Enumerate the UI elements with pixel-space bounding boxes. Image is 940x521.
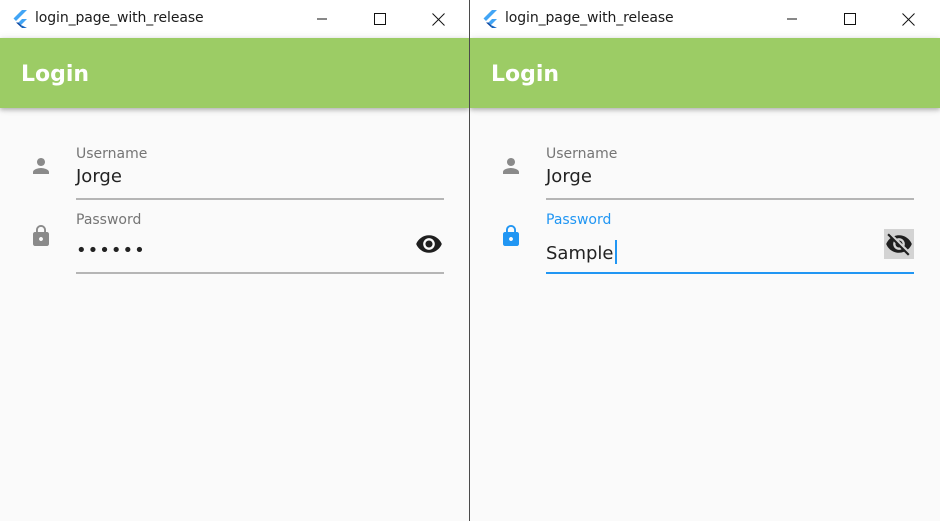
window-title: login_page_with_release (35, 10, 204, 26)
toggle-visibility-button[interactable] (414, 229, 444, 259)
app-window-left: login_page_with_release Login Username J… (0, 0, 469, 521)
password-input[interactable]: •••••• (76, 240, 146, 261)
close-button[interactable] (409, 0, 467, 38)
close-icon (431, 12, 445, 26)
password-underline (76, 272, 444, 274)
flutter-logo-icon (13, 10, 27, 28)
app-window-right: login_page_with_release Login Username J… (470, 0, 940, 521)
username-label: Username (76, 146, 148, 162)
username-underline (76, 198, 444, 200)
minimize-icon (787, 18, 797, 20)
person-icon (503, 158, 519, 174)
username-underline (546, 198, 914, 200)
lock-icon (33, 225, 49, 246)
username-input[interactable]: Jorge (76, 166, 122, 187)
password-input[interactable]: Sample (546, 240, 617, 264)
page-title: Login (491, 62, 560, 87)
text-cursor (614, 240, 617, 264)
person-icon (33, 158, 49, 174)
minimize-icon (317, 18, 327, 20)
password-label: Password (546, 212, 612, 228)
title-bar[interactable]: login_page_with_release (470, 0, 940, 38)
window-title: login_page_with_release (505, 10, 674, 26)
title-bar[interactable]: login_page_with_release (0, 0, 469, 38)
maximize-icon (374, 13, 386, 25)
username-input[interactable]: Jorge (546, 166, 592, 187)
close-button[interactable] (879, 0, 937, 38)
username-label: Username (546, 146, 618, 162)
visibility-off-icon (886, 233, 912, 256)
toggle-visibility-button[interactable] (884, 229, 914, 259)
password-underline (546, 272, 914, 274)
maximize-button[interactable] (821, 0, 879, 38)
flutter-logo-icon (483, 10, 497, 28)
maximize-icon (844, 13, 856, 25)
close-icon (901, 12, 915, 26)
lock-icon (503, 225, 519, 246)
app-bar: Login (0, 38, 469, 108)
minimize-button[interactable] (293, 0, 351, 38)
visibility-icon (416, 235, 442, 253)
minimize-button[interactable] (763, 0, 821, 38)
password-input-text: Sample (546, 243, 614, 264)
app-bar: Login (470, 38, 940, 108)
maximize-button[interactable] (351, 0, 409, 38)
page-title: Login (21, 62, 90, 87)
password-label: Password (76, 212, 142, 228)
